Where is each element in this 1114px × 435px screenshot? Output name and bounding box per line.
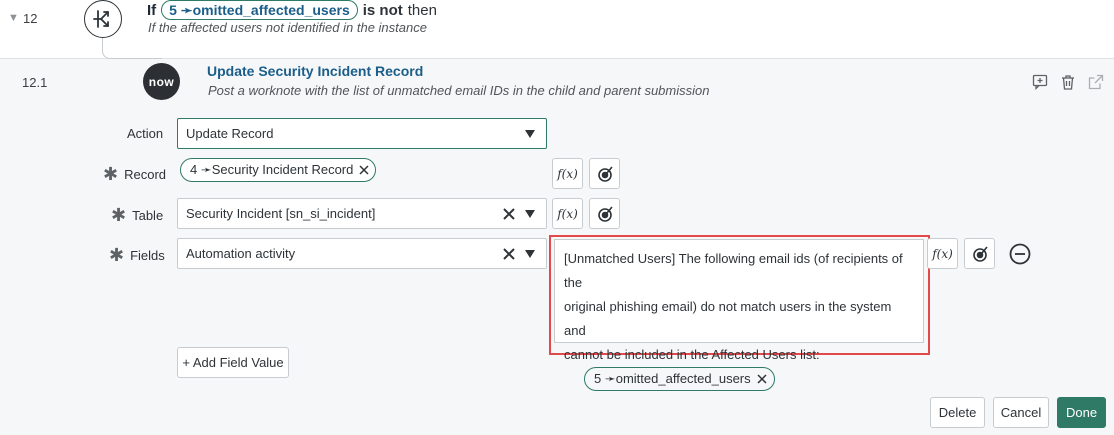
delete-button[interactable]: Delete xyxy=(930,397,985,428)
add-field-value-button[interactable]: + Add Field Value xyxy=(177,347,289,378)
table-data-picker-button[interactable] xyxy=(589,198,620,229)
remove-pill-icon[interactable] xyxy=(359,165,369,175)
data-pill-picker-icon xyxy=(596,205,614,223)
record-label: ✱ Record xyxy=(103,165,166,183)
step-connector xyxy=(102,38,162,59)
field-value-data-pill[interactable]: 5 ➛omitted_affected_users xyxy=(584,367,775,391)
highlighted-field-value: [Unmatched Users] The following email id… xyxy=(549,235,930,391)
trash-icon[interactable] xyxy=(1060,74,1076,90)
condition-data-pill[interactable]: 5 ➛omitted_affected_users xyxy=(161,0,358,20)
condition-expression: If 5 ➛omitted_affected_users is not then xyxy=(147,0,437,20)
table-select[interactable]: Security Incident [sn_si_incident] xyxy=(177,198,547,229)
fx-icon: f(x) xyxy=(557,206,578,221)
chevron-down-icon[interactable] xyxy=(524,249,536,259)
remove-pill-icon[interactable] xyxy=(757,374,767,384)
chevron-down-icon[interactable] xyxy=(524,209,536,219)
fields-label: ✱ Fields xyxy=(109,246,165,264)
condition-operator: is not xyxy=(362,1,403,19)
flow-logic-icon xyxy=(84,0,122,38)
action-step-number: 12.1 xyxy=(22,75,48,90)
fx-icon: f(x) xyxy=(557,166,578,181)
action-description: Post a worknote with the list of unmatch… xyxy=(208,83,710,98)
action-title[interactable]: Update Security Incident Record xyxy=(207,63,423,79)
action-select[interactable]: Update Record xyxy=(177,118,547,149)
record-data-picker-button[interactable] xyxy=(589,158,620,189)
chevron-down-icon[interactable] xyxy=(524,129,536,139)
step-number: 12 xyxy=(23,11,38,26)
action-label: Action xyxy=(127,126,163,141)
remove-field-icon[interactable] xyxy=(1009,243,1031,265)
collapse-toggle-icon[interactable]: ▼ xyxy=(8,12,19,24)
table-select-value: Security Incident [sn_si_incident] xyxy=(186,206,376,221)
step-toolbar xyxy=(1032,74,1104,90)
record-function-button[interactable]: f(x) xyxy=(552,158,583,189)
data-pill-picker-icon xyxy=(971,245,989,263)
fields-label-text: Fields xyxy=(130,247,165,263)
field-value-textarea[interactable]: [Unmatched Users] The following email id… xyxy=(554,239,924,391)
field-name-select[interactable]: Automation activity xyxy=(177,238,547,269)
clear-icon[interactable] xyxy=(502,207,516,221)
field-value-line: [Unmatched Users] The following email id… xyxy=(564,251,903,290)
record-label-text: Record xyxy=(124,166,167,182)
action-select-value: Update Record xyxy=(186,126,274,141)
then-keyword: then xyxy=(407,1,437,19)
action-label-text: Action xyxy=(127,126,164,141)
required-asterisk-icon: ✱ xyxy=(103,164,119,184)
field-value-pill-text: 5 ➛omitted_affected_users xyxy=(594,371,751,386)
required-asterisk-icon: ✱ xyxy=(109,245,125,265)
table-label-text: Table xyxy=(132,207,164,223)
now-logo: now xyxy=(143,63,180,100)
record-data-pill[interactable]: 4 ➛Security Incident Record xyxy=(180,158,377,182)
open-external-icon[interactable] xyxy=(1088,74,1104,90)
record-pill-text: 4 ➛Security Incident Record xyxy=(190,162,354,177)
cancel-button[interactable]: Cancel xyxy=(993,397,1049,428)
field-value-line: original phishing email) do not match us… xyxy=(564,299,892,338)
clear-icon[interactable] xyxy=(502,247,516,261)
if-keyword: If xyxy=(147,1,157,19)
fx-icon: f(x) xyxy=(932,246,953,261)
add-comment-icon[interactable] xyxy=(1032,74,1048,90)
fields-data-picker-button[interactable] xyxy=(964,238,995,269)
field-name-value: Automation activity xyxy=(186,246,296,261)
done-button[interactable]: Done xyxy=(1057,397,1106,428)
required-asterisk-icon: ✱ xyxy=(111,205,127,225)
condition-description: If the affected users not identified in … xyxy=(148,20,427,35)
table-function-button[interactable]: f(x) xyxy=(552,198,583,229)
field-value-line: cannot be included in the Affected Users… xyxy=(564,347,820,362)
data-pill-picker-icon xyxy=(596,165,614,183)
fields-function-button[interactable]: f(x) xyxy=(927,238,958,269)
table-label: ✱ Table xyxy=(111,206,163,224)
